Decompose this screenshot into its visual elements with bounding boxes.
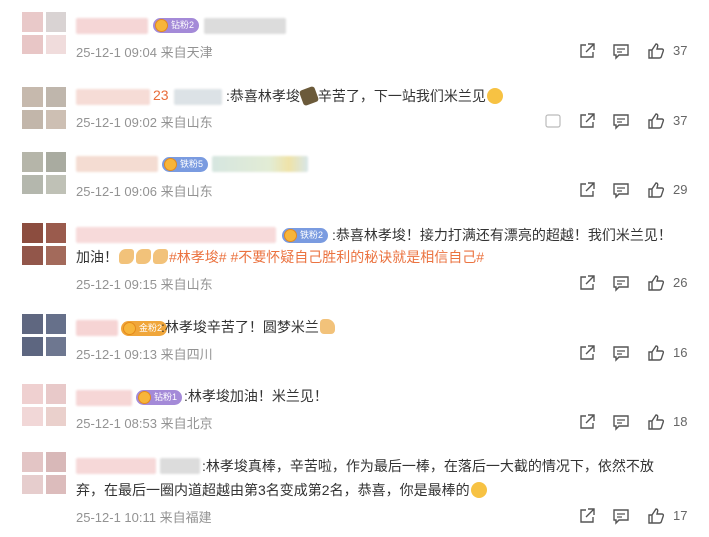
comment-text: :林孝埈辛苦了！圆梦米兰 — [161, 316, 336, 338]
comment-icon[interactable] — [612, 181, 630, 199]
share-icon[interactable] — [578, 112, 596, 130]
username-suffix[interactable]: 23 — [153, 87, 169, 103]
emoji — [486, 88, 503, 104]
like-icon[interactable] — [647, 344, 665, 362]
fan-badge: 铁粉5 — [162, 157, 209, 172]
comment-icon[interactable] — [612, 413, 630, 431]
like-count: 17 — [673, 508, 688, 523]
username[interactable] — [76, 89, 150, 105]
like-count: 26 — [673, 275, 688, 290]
emoji — [470, 482, 487, 498]
username[interactable] — [76, 458, 156, 474]
like-icon[interactable] — [647, 507, 665, 525]
fan-badge: 钻粉1 — [136, 390, 183, 405]
avatar[interactable] — [22, 12, 66, 54]
fan-badge: 铁粉2 — [282, 228, 329, 243]
username[interactable] — [76, 18, 148, 34]
like-count: 37 — [673, 113, 688, 128]
like-count: 16 — [673, 345, 688, 360]
username[interactable] — [76, 227, 276, 243]
fan-badge: 钻粉2 — [153, 18, 200, 33]
username[interactable] — [76, 390, 132, 406]
comment-icon[interactable] — [612, 274, 630, 292]
thumbs-up-emoji — [319, 319, 335, 334]
comment-time: 25-12-1 09:15 来自山东 — [76, 277, 213, 292]
share-icon[interactable] — [578, 413, 596, 431]
translate-icon[interactable] — [544, 112, 562, 130]
share-icon[interactable] — [578, 507, 596, 525]
topic-link[interactable]: #林孝埈# — [169, 249, 227, 265]
comment-text: :恭喜林孝埈 辛苦了，下一站我们米兰见 — [226, 85, 504, 107]
comment-time: 25-12-1 09:02 来自山东 — [76, 115, 213, 130]
comment-time: 25-12-1 09:04 来自天津 — [76, 45, 213, 60]
comment-text: :恭喜林孝埈！接力打满还有漂亮的超越！我们米兰见！ — [332, 227, 672, 243]
share-icon[interactable] — [578, 42, 596, 60]
emoji — [298, 85, 320, 107]
like-icon[interactable] — [647, 181, 665, 199]
username[interactable] — [204, 18, 286, 34]
muscle-emoji — [153, 249, 168, 264]
avatar[interactable] — [22, 223, 66, 265]
muscle-emoji — [136, 249, 151, 264]
like-icon[interactable] — [647, 413, 665, 431]
like-count: 29 — [673, 182, 688, 197]
comment-text: :林孝埈真棒，辛苦啦，作为最后一棒，在落后一大截的情况下，依然不放 — [202, 458, 654, 474]
comment-icon[interactable] — [612, 344, 630, 362]
avatar[interactable] — [22, 87, 66, 129]
topic-link[interactable]: #不要怀疑自己胜利的秘诀就是相信自己# — [230, 249, 484, 265]
username[interactable] — [212, 156, 308, 172]
comment-time: 25-12-1 09:13 来自四川 — [76, 347, 213, 362]
like-icon[interactable] — [647, 42, 665, 60]
username[interactable] — [76, 156, 158, 172]
share-icon[interactable] — [578, 181, 596, 199]
like-icon[interactable] — [647, 112, 665, 130]
comment-time: 25-12-1 08:53 来自北京 — [76, 416, 213, 431]
username[interactable] — [76, 320, 118, 336]
avatar[interactable] — [22, 314, 66, 356]
comment-icon[interactable] — [612, 112, 630, 130]
avatar[interactable] — [22, 452, 66, 494]
avatar[interactable] — [22, 152, 66, 194]
share-icon[interactable] — [578, 344, 596, 362]
username[interactable] — [174, 89, 222, 105]
like-icon[interactable] — [647, 274, 665, 292]
like-count: 18 — [673, 414, 688, 429]
comment-icon[interactable] — [612, 507, 630, 525]
share-icon[interactable] — [578, 274, 596, 292]
comment-time: 25-12-1 09:06 来自山东 — [76, 184, 213, 199]
muscle-emoji — [119, 249, 134, 264]
comment-text: :林孝埈加油！米兰见！ — [184, 388, 328, 404]
avatar[interactable] — [22, 384, 66, 426]
username[interactable] — [160, 458, 200, 474]
comment-time: 25-12-1 10:11 来自福建 — [76, 510, 212, 525]
comment-text-line2: 弃，在最后一圈内道超越由第3名变成第2名，恭喜，你是最棒的 — [76, 479, 488, 501]
comment-text-line2: 加油！ #林孝埈# #不要怀疑自己胜利的秘诀就是相信自己# — [76, 249, 485, 265]
like-count: 37 — [673, 43, 688, 58]
comment-icon[interactable] — [612, 42, 630, 60]
